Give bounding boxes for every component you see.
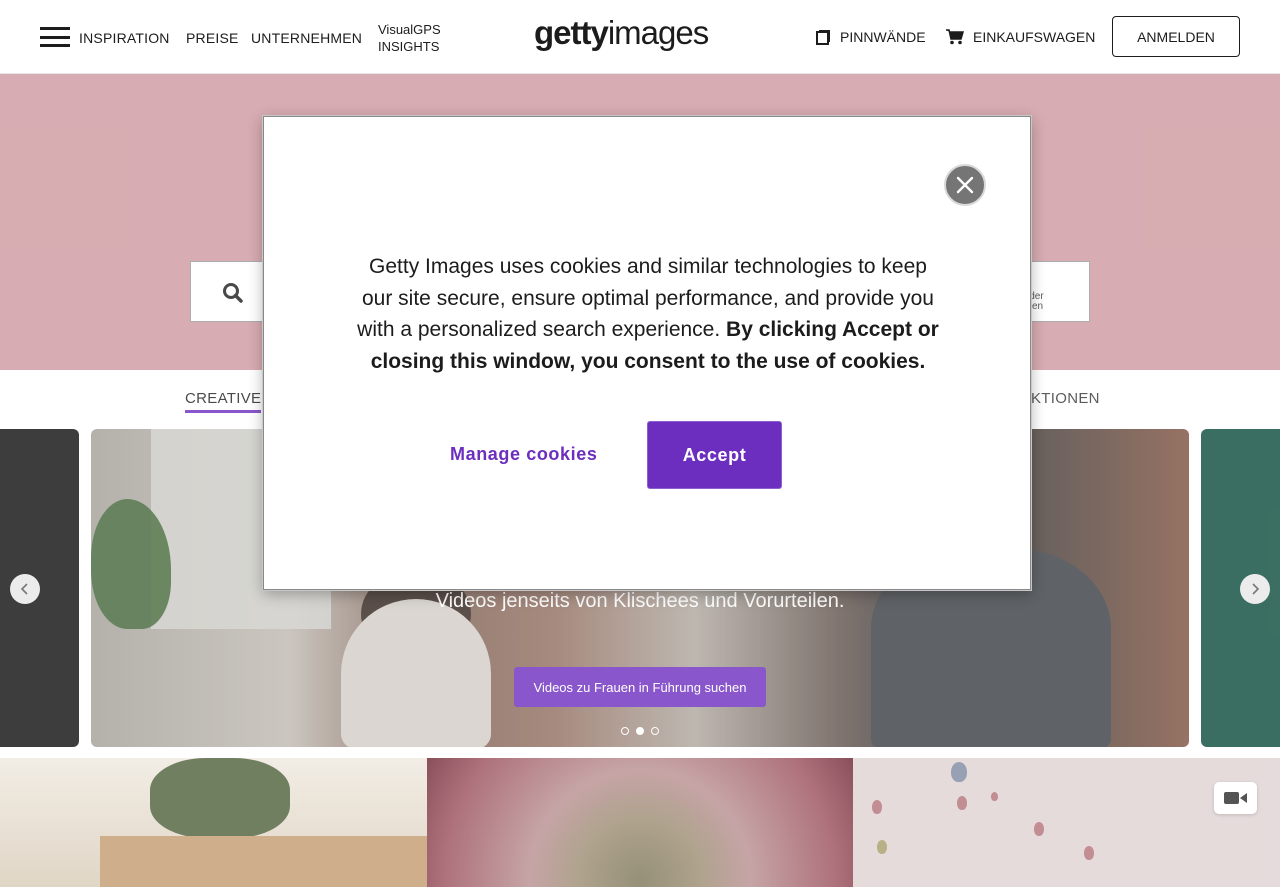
- boards-icon: [816, 30, 830, 45]
- nav-visualgps-insights[interactable]: VisualGPS INSIGHTS: [378, 21, 441, 55]
- boards-label: PINNWÄNDE: [840, 29, 926, 45]
- logo-regular: images: [607, 14, 709, 51]
- cart-link[interactable]: EINKAUFSWAGEN: [946, 29, 1095, 45]
- cookie-consent-dialog: Getty Images uses cookies and similar te…: [263, 116, 1031, 590]
- logo-bold: getty: [534, 14, 609, 51]
- cart-label: EINKAUFSWAGEN: [973, 29, 1096, 45]
- nav-visualgps-line2: INSIGHTS: [378, 39, 440, 54]
- site-header: INSPIRATION PREISE UNTERNEHMEN VisualGPS…: [0, 0, 1280, 74]
- close-button[interactable]: [944, 164, 986, 206]
- manage-cookies-link[interactable]: Manage cookies: [450, 444, 597, 465]
- accept-button[interactable]: Accept: [647, 421, 782, 489]
- close-icon: [956, 176, 974, 194]
- gettyimages-logo[interactable]: gettyimages: [534, 14, 709, 52]
- login-button[interactable]: ANMELDEN: [1112, 16, 1240, 57]
- nav-unternehmen[interactable]: UNTERNEHMEN: [251, 30, 362, 46]
- boards-link[interactable]: PINNWÄNDE: [816, 29, 926, 45]
- nav-inspiration[interactable]: INSPIRATION: [79, 30, 170, 46]
- cart-icon: [946, 29, 964, 45]
- nav-visualgps-line1: VisualGPS: [378, 22, 441, 37]
- nav-preise[interactable]: PREISE: [186, 30, 239, 46]
- cookie-message: Getty Images uses cookies and similar te…: [352, 251, 944, 377]
- hamburger-icon[interactable]: [40, 27, 70, 47]
